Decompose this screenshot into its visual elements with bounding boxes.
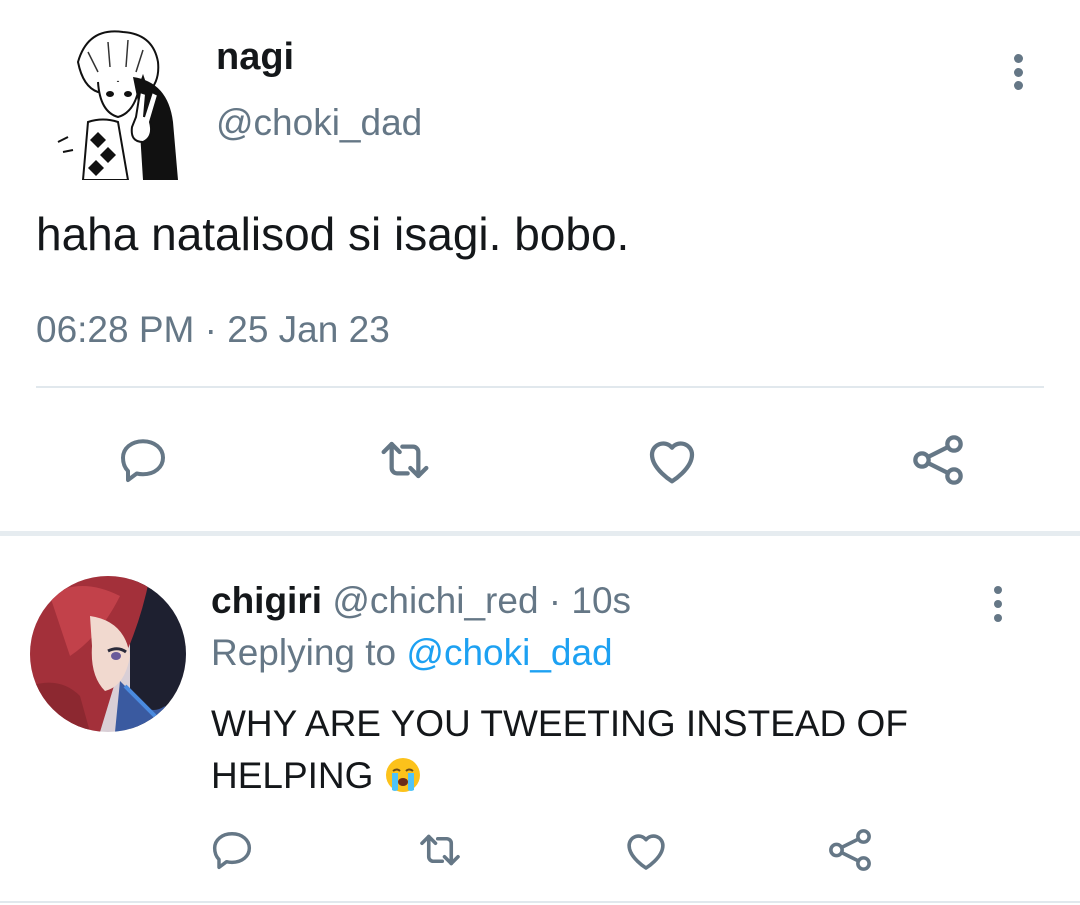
reply-header: chigiri @chichi_red · 10s — [211, 580, 631, 622]
reply-icon[interactable] — [108, 425, 178, 495]
retweet-icon[interactable] — [370, 425, 440, 495]
replying-to-label: Replying to — [211, 632, 397, 673]
tweet-timestamp[interactable]: 06:28 PM · 25 Jan 23 — [36, 309, 390, 351]
main-tweet[interactable]: nagi @choki_dad haha natalisod si isagi.… — [0, 0, 1080, 533]
action-bar — [0, 425, 1080, 495]
avatar[interactable] — [30, 576, 186, 732]
anime-avatar-image — [30, 576, 186, 732]
retweet-icon[interactable] — [410, 820, 470, 880]
tweet-text: WHY ARE YOU TWEETING INSTEAD OF HELPING — [211, 698, 1011, 808]
like-icon[interactable] — [637, 425, 707, 495]
loudly-crying-face-icon — [384, 756, 422, 808]
share-icon[interactable] — [903, 425, 973, 495]
action-bar — [0, 820, 1080, 880]
user-handle[interactable]: @choki_dad — [216, 102, 422, 144]
reply-tweet[interactable]: chigiri @chichi_red · 10s Replying to @c… — [0, 536, 1080, 905]
handle-and-time[interactable]: @chichi_red · 10s — [332, 580, 631, 621]
more-options-icon[interactable] — [978, 584, 1018, 624]
reply-icon[interactable] — [202, 820, 262, 880]
avatar[interactable] — [48, 22, 188, 180]
mention-link[interactable]: @choki_dad — [406, 632, 612, 673]
divider — [36, 386, 1044, 388]
divider — [0, 901, 1080, 903]
share-icon[interactable] — [820, 820, 880, 880]
tweet-text-content: WHY ARE YOU TWEETING INSTEAD OF HELPING — [211, 703, 908, 796]
more-options-icon[interactable] — [998, 50, 1038, 94]
replying-to-line: Replying to @choki_dad — [211, 632, 613, 674]
manga-avatar-image — [48, 22, 188, 180]
display-name[interactable]: chigiri — [211, 580, 322, 621]
like-icon[interactable] — [616, 820, 676, 880]
display-name[interactable]: nagi — [216, 36, 294, 79]
tweet-text: haha natalisod si isagi. bobo. — [36, 208, 630, 260]
